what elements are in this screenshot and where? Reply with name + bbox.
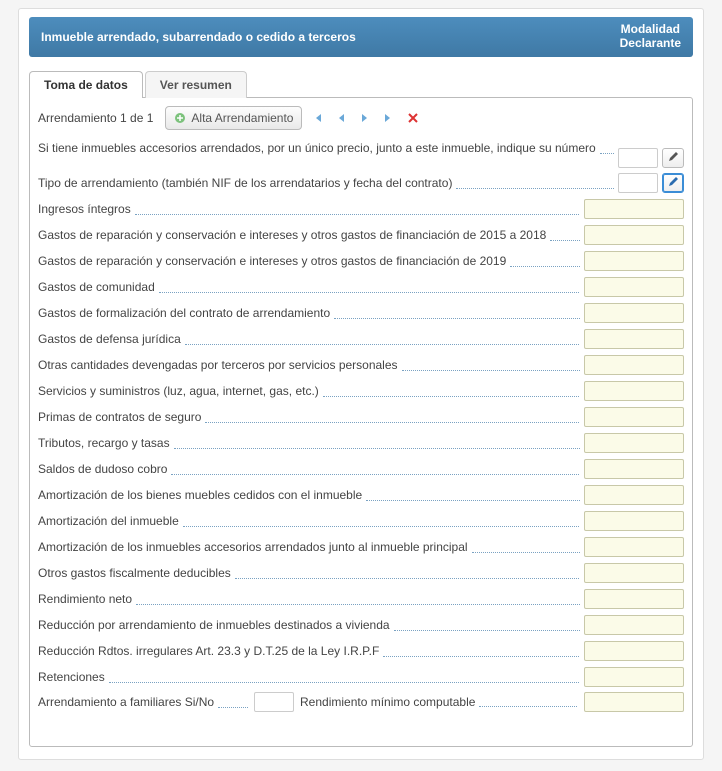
label-reducirr: Reducción Rdtos. irregulares Art. 23.3 y… — [38, 643, 580, 659]
tab-bar: Toma de datos Ver resumen — [29, 71, 693, 98]
label-rendneto: Rendimiento neto — [38, 591, 580, 607]
row-suministros: Servicios y suministros (luz, agua, inte… — [38, 380, 684, 402]
row-primas: Primas de contratos de seguro — [38, 406, 684, 428]
new-record-label: Alta Arrendamiento — [191, 111, 293, 125]
record-counter: Arrendamiento 1 de 1 — [38, 111, 153, 125]
input-ingresos[interactable] — [584, 199, 684, 219]
label-ingresos: Ingresos íntegros — [38, 201, 580, 217]
row-gastos1518: Gastos de reparación y conservación e in… — [38, 224, 684, 246]
section-header: Inmueble arrendado, subarrendado o cedid… — [29, 17, 693, 57]
row-accesorios: Si tiene inmuebles accesorios arrendados… — [38, 140, 684, 168]
row-defensa: Gastos de defensa jurídica — [38, 328, 684, 350]
label-accesorios: Si tiene inmuebles accesorios arrendados… — [38, 140, 614, 156]
input-amortinm[interactable] — [584, 511, 684, 531]
label-terceros: Otras cantidades devengadas por terceros… — [38, 357, 580, 373]
input-amortbienes[interactable] — [584, 485, 684, 505]
record-toolbar: Arrendamiento 1 de 1 Alta Arrendamiento — [38, 106, 684, 130]
new-record-button[interactable]: Alta Arrendamiento — [165, 106, 302, 130]
row-comunidad: Gastos de comunidad — [38, 276, 684, 298]
row-gastos19: Gastos de reparación y conservación e in… — [38, 250, 684, 272]
pencil-icon — [668, 175, 679, 190]
edit-tipo-button[interactable] — [662, 173, 684, 193]
row-formalizacion: Gastos de formalización del contrato de … — [38, 302, 684, 324]
row-ingresos: Ingresos íntegros — [38, 198, 684, 220]
input-familiares[interactable] — [254, 692, 294, 712]
label-suministros: Servicios y suministros (luz, agua, inte… — [38, 383, 580, 399]
add-icon — [174, 112, 186, 124]
label-primas: Primas de contratos de seguro — [38, 409, 580, 425]
label-amortinm: Amortización del inmueble — [38, 513, 580, 529]
label-amortbienes: Amortización de los bienes muebles cedid… — [38, 487, 580, 503]
input-retenciones[interactable] — [584, 667, 684, 687]
input-accesorios[interactable] — [618, 148, 658, 168]
input-comunidad[interactable] — [584, 277, 684, 297]
tab-ver-resumen[interactable]: Ver resumen — [145, 71, 247, 98]
first-record-button[interactable] — [308, 109, 326, 127]
row-tipo: Tipo de arrendamiento (también NIF de lo… — [38, 172, 684, 194]
input-suministros[interactable] — [584, 381, 684, 401]
row-amortacc: Amortización de los inmuebles accesorios… — [38, 536, 684, 558]
row-reducirr: Reducción Rdtos. irregulares Art. 23.3 y… — [38, 640, 684, 662]
main-container: Inmueble arrendado, subarrendado o cedid… — [18, 8, 704, 760]
row-familiares-rendmin: Arrendamiento a familiares Si/No Rendimi… — [38, 692, 684, 712]
row-tributos: Tributos, recargo y tasas — [38, 432, 684, 454]
edit-accesorios-button[interactable] — [662, 148, 684, 168]
next-record-button[interactable] — [356, 109, 374, 127]
input-otros[interactable] — [584, 563, 684, 583]
mode-indicator: Modalidad Declarante — [620, 23, 681, 51]
delete-record-button[interactable] — [404, 109, 422, 127]
input-tributos[interactable] — [584, 433, 684, 453]
input-defensa[interactable] — [584, 329, 684, 349]
label-gastos1518: Gastos de reparación y conservación e in… — [38, 227, 580, 243]
row-dudoso: Saldos de dudoso cobro — [38, 458, 684, 480]
label-reducviv: Reducción por arrendamiento de inmuebles… — [38, 617, 580, 633]
prev-record-button[interactable] — [332, 109, 350, 127]
input-reducirr[interactable] — [584, 641, 684, 661]
label-formalizacion: Gastos de formalización del contrato de … — [38, 305, 580, 321]
label-gastos19: Gastos de reparación y conservación e in… — [38, 253, 580, 269]
label-tipo: Tipo de arrendamiento (también NIF de lo… — [38, 175, 614, 191]
mode-line2: Declarante — [620, 37, 681, 51]
input-gastos19[interactable] — [584, 251, 684, 271]
row-rendneto: Rendimiento neto — [38, 588, 684, 610]
input-gastos1518[interactable] — [584, 225, 684, 245]
label-dudoso: Saldos de dudoso cobro — [38, 461, 580, 477]
row-reducviv: Reducción por arrendamiento de inmuebles… — [38, 614, 684, 636]
section-title: Inmueble arrendado, subarrendado o cedid… — [41, 30, 356, 44]
input-rendneto[interactable] — [584, 589, 684, 609]
label-otros: Otros gastos fiscalmente deducibles — [38, 565, 580, 581]
input-reducviv[interactable] — [584, 615, 684, 635]
row-otros: Otros gastos fiscalmente deducibles — [38, 562, 684, 584]
input-rendmin[interactable] — [584, 692, 684, 712]
label-comunidad: Gastos de comunidad — [38, 279, 580, 295]
label-defensa: Gastos de defensa jurídica — [38, 331, 580, 347]
input-terceros[interactable] — [584, 355, 684, 375]
input-primas[interactable] — [584, 407, 684, 427]
input-tipo[interactable] — [618, 173, 658, 193]
input-formalizacion[interactable] — [584, 303, 684, 323]
row-amortinm: Amortización del inmueble — [38, 510, 684, 532]
form-panel: Arrendamiento 1 de 1 Alta Arrendamiento — [29, 97, 693, 747]
label-familiares: Arrendamiento a familiares Si/No — [38, 694, 248, 710]
row-terceros: Otras cantidades devengadas por terceros… — [38, 354, 684, 376]
row-retenciones: Retenciones — [38, 666, 684, 688]
pencil-icon — [668, 150, 679, 165]
mode-line1: Modalidad — [620, 23, 681, 37]
label-retenciones: Retenciones — [38, 669, 580, 685]
label-rendmin: Rendimiento mínimo computable — [300, 695, 578, 709]
row-amortbienes: Amortización de los bienes muebles cedid… — [38, 484, 684, 506]
input-amortacc[interactable] — [584, 537, 684, 557]
last-record-button[interactable] — [380, 109, 398, 127]
label-tributos: Tributos, recargo y tasas — [38, 435, 580, 451]
label-amortacc: Amortización de los inmuebles accesorios… — [38, 539, 580, 555]
tab-toma-datos[interactable]: Toma de datos — [29, 71, 143, 98]
input-dudoso[interactable] — [584, 459, 684, 479]
